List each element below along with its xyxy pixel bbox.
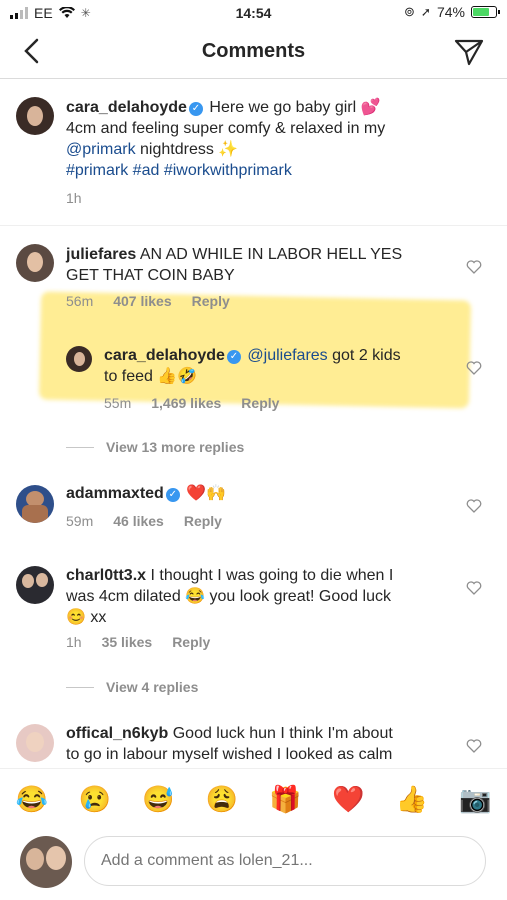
caption-text: cara_delahoyde ✓ Here we go baby girl 💕 4… <box>66 97 486 181</box>
divider <box>0 225 507 226</box>
comment-line: GET THAT COIN BABY <box>66 267 235 284</box>
emoji-laughing-button[interactable]: 😂 <box>12 784 52 815</box>
reply-button[interactable]: Reply <box>184 513 222 529</box>
comment-line: AN AD WHILE IN LABOR HELL YES <box>139 246 403 263</box>
likes-count[interactable]: 1,469 likes <box>151 395 221 411</box>
likes-count[interactable]: 35 likes <box>102 634 153 650</box>
likes-count[interactable]: 407 likes <box>113 293 171 309</box>
comment-text: adammaxted ✓ ❤️🙌 <box>66 483 456 504</box>
view-more-label: View 4 replies <box>106 679 199 695</box>
view-more-replies[interactable]: View 4 replies <box>66 679 198 695</box>
username[interactable]: charl0tt3.x <box>66 567 146 584</box>
avatar[interactable] <box>16 97 54 135</box>
reply-button[interactable]: Reply <box>172 634 210 650</box>
heart-icon[interactable] <box>466 498 482 514</box>
emoji-crying-button[interactable]: 😢 <box>75 784 115 815</box>
emoji-gift-button[interactable]: 🎁 <box>265 784 305 815</box>
heart-icon[interactable] <box>466 738 482 754</box>
verified-icon: ✓ <box>226 350 241 364</box>
reply-line: got 2 kids <box>327 347 401 364</box>
reply-button[interactable]: Reply <box>241 395 279 411</box>
status-bar: EE ✳ 14:54 ⊚ ➚ 74% <box>0 0 507 26</box>
avatar[interactable] <box>16 485 54 523</box>
heart-icon[interactable] <box>466 259 482 275</box>
divider <box>66 686 94 688</box>
emoji-weary-button[interactable]: 😩 <box>202 784 242 815</box>
verified-icon: ✓ <box>165 488 180 502</box>
timestamp: 56m <box>66 293 94 309</box>
timestamp: 59m <box>66 513 94 529</box>
comment-text: juliefares AN AD WHILE IN LABOR HELL YES… <box>66 244 456 286</box>
reply-meta: 55m 1,469 likes Reply <box>104 395 279 411</box>
comment-input-row <box>0 830 507 900</box>
comment-meta: 56m 407 likes Reply <box>66 293 230 309</box>
comment-line: ❤️🙌 <box>186 485 227 502</box>
comment-meta: 1h 35 likes Reply <box>66 634 210 650</box>
avatar[interactable] <box>66 346 92 372</box>
emoji-heart-button[interactable]: ❤️ <box>329 784 369 815</box>
avatar <box>20 836 72 888</box>
lock-rotation-icon: ⊚ <box>404 4 415 19</box>
emoji-quick-bar: 😂 😢 😅 😩 🎁 ❤️ 👍 📷 <box>0 768 507 829</box>
username[interactable]: adammaxted <box>66 485 164 502</box>
comment-input[interactable] <box>84 836 486 886</box>
comment-text: charl0tt3.x I thought I was going to die… <box>66 565 456 628</box>
username[interactable]: cara_delahoyde <box>66 99 187 116</box>
avatar[interactable] <box>16 724 54 762</box>
timestamp: 1h <box>66 634 82 650</box>
verified-icon: ✓ <box>188 102 203 116</box>
username[interactable]: cara_delahoyde <box>104 347 225 364</box>
comment-line: to go in labour myself wished I looked a… <box>66 746 393 763</box>
page-title: Comments <box>201 40 306 62</box>
avatar[interactable] <box>16 566 54 604</box>
caption-line2: 4cm and feeling super comfy & relaxed in… <box>66 120 386 137</box>
hashtags[interactable]: #primark #ad #iworkwithprimark <box>66 162 292 179</box>
comment-text: offical_n6kyb Good luck hun I think I'm … <box>66 723 456 765</box>
direct-message-button[interactable] <box>453 36 485 68</box>
view-more-label: View 13 more replies <box>106 439 245 455</box>
emoji-sweat-smile-button[interactable]: 😅 <box>138 784 178 815</box>
mention-link[interactable]: @juliefares <box>247 347 327 364</box>
caption-line1: Here we go baby girl 💕 <box>209 99 381 116</box>
view-more-replies[interactable]: View 13 more replies <box>66 439 244 455</box>
comment-meta: 59m 46 likes Reply <box>66 513 222 529</box>
timestamp: 1h <box>66 190 82 206</box>
heart-icon[interactable] <box>466 580 482 596</box>
partial-comment: offical_n6kyb Good luck hun I think I'm … <box>0 715 507 767</box>
status-right: ⊚ ➚ 74% <box>404 4 500 20</box>
comment-line: 😊 xx <box>66 609 107 626</box>
avatar[interactable] <box>16 244 54 282</box>
caption-meta: 1h <box>66 190 82 206</box>
emoji-thumbs-up-button[interactable]: 👍 <box>392 784 432 815</box>
emoji-camera-button[interactable]: 📷 <box>455 784 495 815</box>
divider <box>66 446 94 448</box>
caption-line3: nightdress ✨ <box>135 141 239 158</box>
reply-line: to feed 👍🤣 <box>104 368 198 385</box>
mention-link[interactable]: @primark <box>66 141 136 158</box>
reply-button[interactable]: Reply <box>192 293 230 309</box>
comment-line: Good luck hun I think I'm about <box>172 725 393 742</box>
comment-line: was 4cm dilated 😂 you look great! Good l… <box>66 588 391 605</box>
reply-text: cara_delahoyde ✓ @juliefares got 2 kids t… <box>104 345 454 387</box>
username[interactable]: offical_n6kyb <box>66 725 168 742</box>
heart-icon[interactable] <box>466 360 482 376</box>
location-icon: ➚ <box>420 5 431 19</box>
header: Comments <box>0 26 507 79</box>
battery-icon <box>471 6 500 18</box>
battery-percent: 74% <box>436 4 465 20</box>
likes-count[interactable]: 46 likes <box>113 513 164 529</box>
comment-line: I thought I was going to die when I <box>150 567 394 584</box>
username[interactable]: juliefares <box>66 246 136 263</box>
timestamp: 55m <box>104 395 132 411</box>
